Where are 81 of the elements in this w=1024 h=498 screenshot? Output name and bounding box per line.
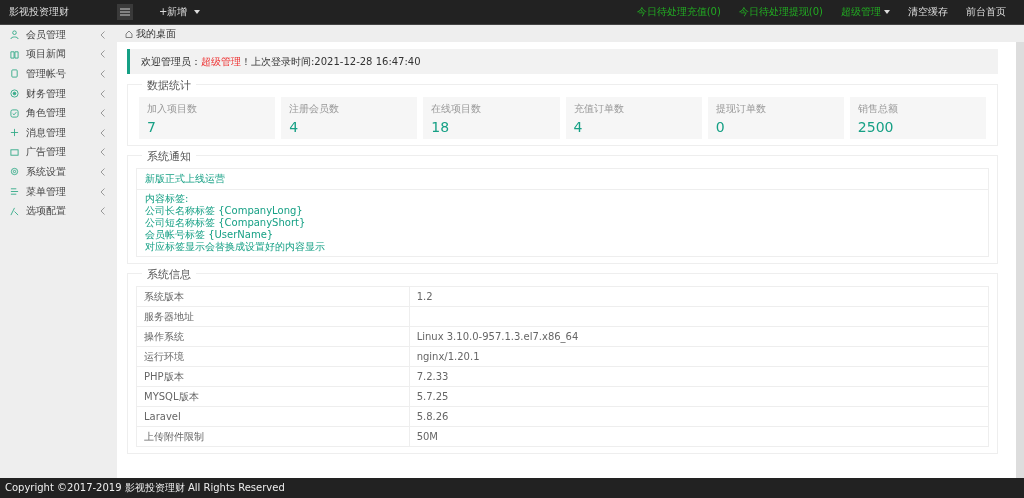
stat-label: 在线项目数	[431, 102, 483, 116]
plus-icon	[10, 128, 19, 138]
add-dropdown[interactable]: +新增	[153, 4, 207, 20]
home-icon	[125, 29, 133, 38]
stat-value: 7	[147, 119, 157, 135]
table-cell: PHP版本	[136, 366, 410, 387]
list-icon	[10, 187, 19, 197]
table-cell: 系统版本	[136, 286, 410, 307]
welcome-text: 欢迎管理员：超级管理！上次登录时间:2021-12-28 16:47:40	[141, 54, 421, 69]
chevron-icon	[100, 109, 105, 118]
table-cell: 5.8.26	[409, 406, 989, 427]
stat-value: 18	[431, 119, 451, 135]
rectangle-icon	[10, 147, 19, 157]
notice-text: 公司长名称标签 {CompanyLong}	[145, 205, 304, 217]
stat-value: 0	[715, 119, 726, 135]
table-cell: 1.2	[409, 286, 989, 307]
chevron-icon	[100, 70, 105, 78]
notice-text: 公司短名称标签 {CompanyShort}	[145, 217, 307, 229]
table-cell: MYSQL版本	[136, 386, 410, 407]
phone-icon	[10, 69, 19, 79]
header-link[interactable]: 清空缓存	[908, 5, 948, 19]
chevron-icon	[100, 128, 105, 137]
stat-value: 4	[573, 119, 584, 135]
sidebar-item[interactable]: 会员管理	[0, 25, 117, 45]
sidebar-item[interactable]: 菜单管理	[0, 181, 117, 202]
table-cell: 服务器地址	[136, 306, 410, 327]
caret-icon	[194, 10, 201, 14]
chevron-icon	[100, 187, 105, 196]
sidebar-item[interactable]: 消息管理	[0, 122, 117, 143]
sidebar-item[interactable]: 角色管理	[0, 103, 117, 123]
sidebar-item[interactable]: 选项配置	[0, 201, 117, 221]
notice-text: 内容标签:	[145, 193, 190, 205]
stat-label: 充值订单数	[573, 102, 625, 116]
target-icon	[10, 89, 19, 99]
settings-icon	[10, 167, 19, 177]
menu-icon	[120, 8, 130, 16]
panel-title: 系统通知	[142, 149, 196, 164]
chevron-icon	[100, 30, 105, 39]
person-icon	[10, 30, 19, 40]
book-icon	[10, 49, 19, 59]
notice-text: 会员帐号标签 {UserName}	[145, 229, 275, 241]
table-cell: nginx/1.20.1	[409, 346, 989, 367]
sidebar-item[interactable]: 广告管理	[0, 142, 117, 163]
table-cell: Linux 3.10.0-957.1.3.el7.x86_64	[409, 326, 989, 347]
notice-title-link[interactable]: 新版正式上线运营	[145, 173, 225, 184]
caret-icon	[884, 10, 890, 14]
chevron-icon	[100, 167, 105, 176]
sidebar-item[interactable]: 管理帐号	[0, 64, 117, 84]
notice-text: 对应标签显示会替换成设置好的内容显示	[145, 241, 326, 253]
header-link[interactable]: 今日待处理充值(0)	[636, 5, 721, 19]
panel-title: 数据统计	[142, 78, 196, 93]
stat-label: 加入项目数	[147, 102, 198, 116]
user-dropdown[interactable]: 超级管理	[841, 5, 890, 19]
table-cell: 50M	[409, 426, 989, 447]
stat-label: 销售总额	[857, 102, 899, 116]
copyright-text: Copyright ©2017-2019 影视投资理财 All Rights Reserved	[5, 481, 285, 495]
header-link[interactable]: 今日待处理提现(0)	[738, 5, 823, 19]
branch-icon	[10, 206, 19, 216]
sidebar-item[interactable]: 系统设置	[0, 162, 117, 182]
table-cell: 操作系统	[136, 326, 410, 347]
chevron-icon	[100, 148, 105, 157]
table-cell: Laravel	[136, 406, 410, 427]
check-icon	[10, 108, 19, 118]
stat-value: 2500	[857, 119, 895, 135]
chevron-icon	[100, 207, 105, 216]
chevron-icon	[100, 50, 105, 59]
table-cell: 7.2.33	[409, 366, 989, 387]
table-cell: 5.7.25	[409, 386, 989, 407]
stat-label: 提现订单数	[715, 102, 767, 116]
chevron-icon	[100, 89, 105, 98]
table-cell: 上传附件限制	[136, 426, 410, 447]
header-link[interactable]: 前台首页	[966, 5, 1006, 19]
table-cell: 运行环境	[136, 346, 410, 367]
app-logo: 影视投资理财	[8, 5, 70, 19]
sidebar-item[interactable]: 财务管理	[0, 83, 117, 104]
panel-title: 系统信息	[142, 267, 196, 282]
menu-toggle-button[interactable]	[117, 4, 133, 20]
sidebar-item[interactable]: 项目新闻	[0, 44, 117, 65]
breadcrumb-link[interactable]: 我的桌面	[125, 26, 176, 41]
stat-label: 注册会员数	[289, 102, 341, 116]
stat-value: 4	[289, 119, 300, 135]
